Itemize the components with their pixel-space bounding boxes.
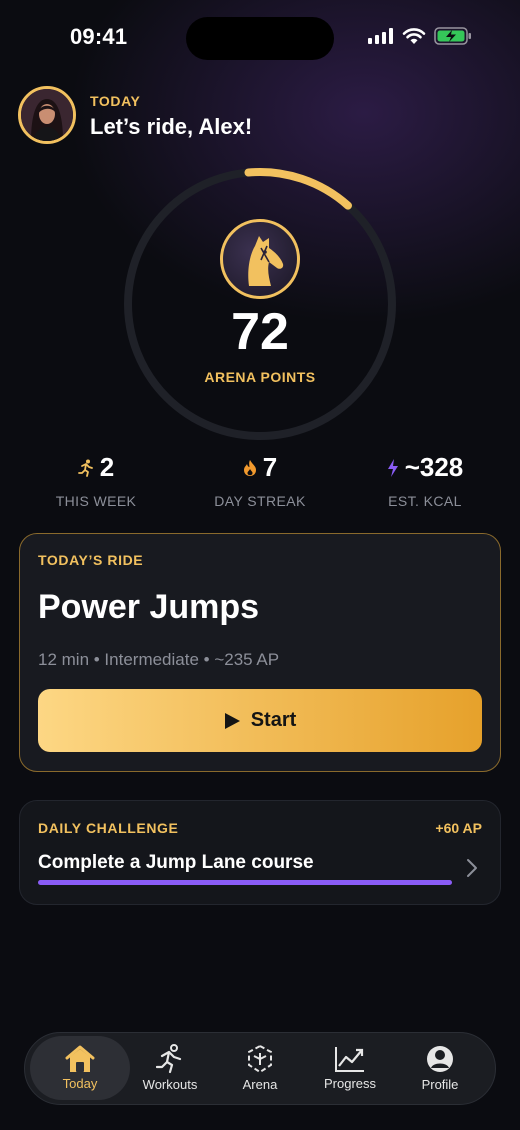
home-icon — [65, 1045, 95, 1072]
stat-label: THIS WEEK — [55, 493, 137, 509]
start-button-label: Start — [250, 709, 297, 731]
avatar[interactable] — [18, 86, 76, 144]
challenge-reward: +60 AP — [435, 820, 482, 836]
arena-points-label: ARENA POINTS — [204, 369, 316, 385]
stat-value: ~328 — [404, 452, 464, 482]
tab-profile[interactable]: Profile — [395, 1036, 485, 1100]
tab-label: Progress — [323, 1076, 377, 1091]
play-icon — [224, 712, 240, 729]
ring-progress-arc — [244, 168, 352, 210]
horse-head-icon — [248, 236, 284, 286]
battery-icon — [434, 27, 471, 45]
chevron-right-icon[interactable] — [466, 858, 478, 878]
challenge-title: Complete a Jump Lane course — [38, 852, 314, 873]
stat-value: 2 — [99, 452, 115, 482]
flame-icon — [243, 459, 256, 476]
ride-meta: 12 min • Intermediate • ~235 AP — [38, 650, 280, 669]
status-icons — [368, 26, 472, 46]
tab-label: Today — [62, 1076, 98, 1091]
person-icon — [427, 1046, 453, 1072]
runner-icon — [156, 1044, 182, 1074]
tab-progress[interactable]: Progress — [305, 1036, 395, 1100]
greeting: Let’s ride, Alex! — [90, 114, 253, 139]
tab-arena[interactable]: Arena — [215, 1036, 305, 1100]
tab-workouts[interactable]: Workouts — [125, 1036, 215, 1100]
stat-est-kcal: ~328 EST. KCAL — [340, 452, 510, 509]
tab-today[interactable]: Today — [30, 1036, 130, 1100]
dynamic-island — [186, 17, 334, 60]
challenge-progress-fill — [38, 880, 452, 885]
status-time: 09:41 — [70, 24, 128, 49]
stat-day-streak: 7 DAY STREAK — [175, 452, 345, 509]
tab-label: Arena — [242, 1077, 278, 1092]
arena-points-value: 72 — [231, 303, 289, 361]
tab-label: Workouts — [142, 1077, 198, 1092]
header-kicker: TODAY — [90, 93, 141, 109]
start-button[interactable]: Start — [38, 689, 482, 752]
signal-icon — [368, 28, 393, 44]
avatar-portrait-icon — [21, 89, 73, 141]
tab-label: Profile — [421, 1077, 459, 1092]
stat-label: DAY STREAK — [214, 493, 306, 509]
stat-label: EST. KCAL — [388, 493, 462, 509]
chart-icon — [335, 1047, 364, 1072]
stat-this-week: 2 THIS WEEK — [11, 452, 181, 509]
challenge-kicker: DAILY CHALLENGE — [38, 820, 179, 836]
lightning-icon — [387, 458, 398, 477]
stat-value: 7 — [262, 452, 278, 482]
wifi-icon — [402, 28, 426, 44]
ride-kicker: TODAY’S RIDE — [38, 552, 144, 568]
horse-badge — [220, 219, 300, 299]
ride-title: Power Jumps — [38, 588, 260, 626]
runner-icon — [77, 459, 93, 477]
arena-icon — [248, 1044, 272, 1074]
